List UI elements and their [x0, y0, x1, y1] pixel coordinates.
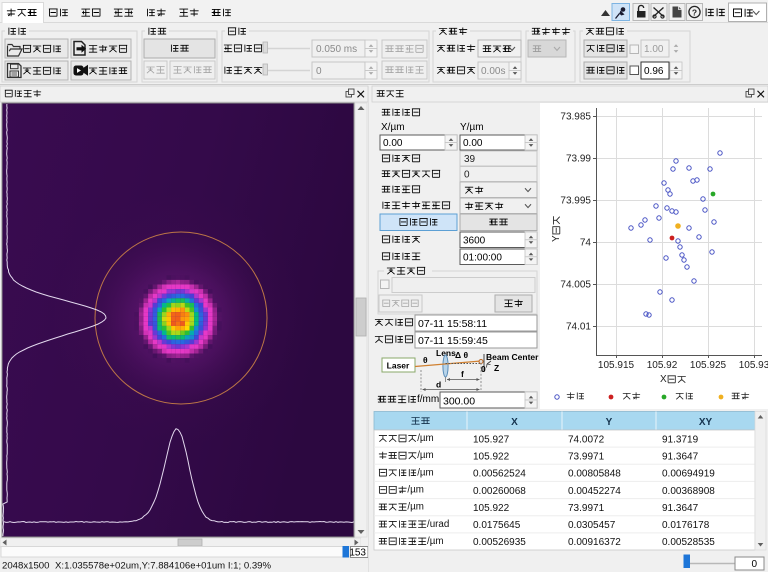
svg-text:105.922: 105.922: [473, 503, 510, 514]
svg-text:105.93: 105.93: [739, 360, 768, 371]
svg-text:0: 0: [316, 66, 322, 77]
svg-text:/µm: /µm: [407, 502, 424, 513]
svg-text:0.050 ms: 0.050 ms: [316, 44, 357, 55]
svg-text:74: 74: [580, 238, 592, 249]
svg-text:/µm: /µm: [417, 450, 434, 461]
svg-text:Y: Y: [551, 235, 562, 242]
svg-text:39: 39: [464, 154, 476, 165]
svg-text:/µm: /µm: [407, 485, 424, 496]
svg-text:XY: XY: [699, 417, 713, 428]
svg-text:2048x1500: 2048x1500: [2, 561, 49, 572]
svg-text:0.00368908: 0.00368908: [662, 486, 715, 497]
svg-text:105.92: 105.92: [647, 360, 678, 371]
svg-text:74.0072: 74.0072: [568, 434, 605, 445]
svg-text:0.00562524: 0.00562524: [473, 469, 526, 480]
svg-text:105.915: 105.915: [598, 360, 635, 371]
svg-text:74.005: 74.005: [560, 280, 591, 291]
svg-text:153: 153: [349, 548, 366, 559]
svg-text:0.00805848: 0.00805848: [568, 469, 621, 480]
svg-text:/µm: /µm: [417, 433, 434, 444]
svg-text:91.3647: 91.3647: [662, 451, 699, 462]
svg-text:X:1.035578e+02um,Y:7.884106e+0: X:1.035578e+02um,Y:7.884106e+01um I:1; 0…: [55, 561, 272, 572]
svg-text:3600: 3600: [463, 236, 486, 247]
svg-text:Beam Center: Beam Center: [486, 352, 539, 362]
svg-text:0.00: 0.00: [383, 138, 403, 149]
svg-text:73.9971: 73.9971: [568, 503, 605, 514]
svg-text:07-11 15:59:45: 07-11 15:59:45: [418, 335, 488, 347]
svg-text:105.922: 105.922: [473, 451, 510, 462]
svg-text:d: d: [436, 380, 441, 390]
svg-text:0.00: 0.00: [463, 138, 483, 149]
svg-text:X/µm: X/µm: [381, 122, 405, 133]
svg-text:0.00528535: 0.00528535: [662, 537, 715, 548]
svg-text:0.00452274: 0.00452274: [568, 486, 621, 497]
svg-text:73.99: 73.99: [566, 154, 591, 165]
svg-text:/µm: /µm: [427, 536, 444, 547]
svg-text:01:00:00: 01:00:00: [463, 253, 502, 264]
svg-text:?: ?: [692, 7, 697, 17]
svg-text:0.0305457: 0.0305457: [568, 520, 616, 531]
svg-text:/µm: /µm: [417, 467, 434, 478]
svg-text:X: X: [511, 417, 518, 428]
svg-text:/urad: /urad: [427, 519, 449, 530]
svg-text:f: f: [461, 369, 464, 379]
svg-text:θ: θ: [423, 355, 428, 365]
svg-text:0.00526935: 0.00526935: [473, 537, 526, 548]
svg-text:73.985: 73.985: [560, 112, 591, 123]
svg-text:Y/µm: Y/µm: [460, 122, 484, 133]
svg-text:91.3647: 91.3647: [662, 503, 699, 514]
svg-text:Z: Z: [494, 363, 499, 373]
svg-text:Laser: Laser: [387, 361, 410, 371]
svg-text:0.00s: 0.00s: [481, 66, 505, 77]
svg-text:300.00: 300.00: [443, 396, 475, 408]
svg-text:0.96: 0.96: [644, 66, 664, 77]
svg-text:0.0176178: 0.0176178: [662, 520, 710, 531]
svg-text:f/mm: f/mm: [417, 394, 439, 405]
svg-text:1.00: 1.00: [644, 44, 664, 55]
svg-text:0.00916372: 0.00916372: [568, 537, 621, 548]
svg-text:Y: Y: [606, 417, 613, 428]
svg-text:73.995: 73.995: [560, 196, 591, 207]
svg-text:0.00694919: 0.00694919: [662, 469, 715, 480]
svg-text:105.927: 105.927: [473, 434, 510, 445]
svg-text:0.00260068: 0.00260068: [473, 486, 526, 497]
svg-text:0: 0: [751, 559, 757, 570]
svg-text:74.01: 74.01: [566, 322, 591, 333]
svg-text:91.3719: 91.3719: [662, 434, 699, 445]
svg-text:105.925: 105.925: [690, 360, 727, 371]
svg-text:73.9971: 73.9971: [568, 451, 605, 462]
svg-text:0.0175645: 0.0175645: [473, 520, 521, 531]
svg-text:X: X: [660, 374, 667, 385]
svg-text:0: 0: [464, 170, 470, 181]
svg-text:0: 0: [481, 364, 486, 374]
svg-text:07-11 15:58:11: 07-11 15:58:11: [418, 318, 487, 330]
svg-text:Δ θ: Δ θ: [455, 350, 468, 360]
